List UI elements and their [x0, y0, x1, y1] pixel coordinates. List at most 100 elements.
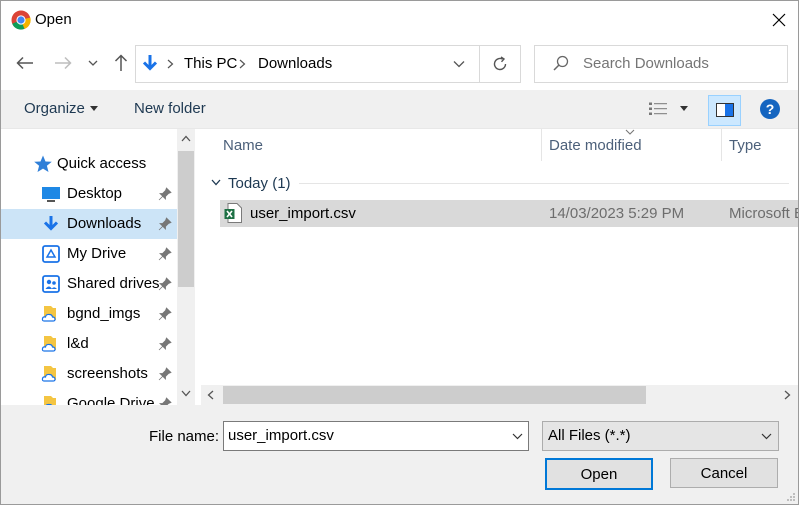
sidebar-item-screenshots[interactable]: screenshots [1, 359, 177, 389]
file-type-select[interactable]: All Files (*.*) [542, 421, 779, 451]
recent-locations-button[interactable] [81, 49, 105, 77]
sidebar-item-label: My Drive [67, 245, 127, 262]
excel-csv-icon [224, 203, 242, 223]
sidebar-item-label: bgnd_imgs [67, 305, 141, 322]
column-header-date-modified[interactable]: Date modified [549, 137, 642, 154]
chevron-right-icon [167, 59, 174, 69]
sort-chevron-icon [625, 129, 635, 135]
open-button[interactable]: Open [545, 458, 653, 490]
breadcrumb-downloads[interactable]: Downloads [258, 55, 332, 72]
desktop-icon [42, 187, 60, 202]
file-date-modified: 14/03/2023 5:29 PM [549, 205, 685, 222]
refresh-button[interactable] [479, 45, 521, 83]
chevron-down-icon[interactable] [453, 60, 465, 68]
drive-icon [42, 245, 60, 263]
file-name-label: File name: [149, 428, 220, 445]
pin-icon[interactable] [158, 217, 172, 231]
sidebar-item-shared-drives[interactable]: Shared drives [1, 269, 177, 299]
arrow-right-icon [55, 56, 72, 70]
close-button[interactable] [764, 5, 794, 35]
arrow-left-icon [16, 56, 33, 70]
close-icon [772, 13, 786, 27]
column-divider[interactable] [541, 129, 542, 161]
caret-down-icon[interactable] [680, 106, 688, 111]
pin-icon[interactable] [158, 187, 172, 201]
breadcrumb-this-pc[interactable]: This PC [184, 55, 237, 72]
chevron-down-icon [761, 433, 772, 440]
group-divider [299, 183, 789, 184]
pin-icon[interactable] [158, 337, 172, 351]
file-name-combobox[interactable] [223, 421, 529, 451]
caret-down-icon [90, 106, 98, 111]
pin-icon[interactable] [158, 367, 172, 381]
sidebar-item-downloads[interactable]: Downloads [1, 209, 177, 239]
file-list-scrollbar-thumb[interactable] [223, 386, 646, 404]
arrow-up-icon [114, 54, 128, 71]
chevron-down-icon[interactable] [512, 433, 523, 440]
group-header-today[interactable]: Today (1) [228, 175, 291, 192]
forward-button[interactable] [49, 49, 77, 77]
view-options-icon[interactable] [649, 102, 667, 116]
file-type: Microsoft Excel Comma Separated Values F… [729, 205, 798, 222]
pin-icon[interactable] [158, 397, 172, 405]
pin-icon[interactable] [158, 307, 172, 321]
sidebar-item-bgnd-imgs[interactable]: bgnd_imgs [1, 299, 177, 329]
pin-icon[interactable] [158, 277, 172, 291]
open-button-label: Open [580, 465, 618, 483]
sidebar-item-my-drive[interactable]: My Drive [1, 239, 177, 269]
chevron-down-icon[interactable] [211, 179, 221, 186]
file-name: user_import.csv [250, 205, 356, 222]
address-bar[interactable]: This PC Downloads [135, 45, 480, 83]
pin-icon[interactable] [158, 247, 172, 261]
cloud-folder-icon [44, 396, 56, 405]
chevron-down-icon[interactable] [181, 390, 191, 397]
sidebar-item-label: screenshots [67, 365, 148, 382]
file-row[interactable]: user_import.csv 14/03/2023 5:29 PM Micro… [220, 200, 798, 227]
preview-pane-icon [716, 103, 734, 117]
file-name-input[interactable] [228, 427, 498, 444]
sidebar-item-label: Quick access [57, 155, 147, 172]
star-icon [34, 155, 52, 172]
cancel-button[interactable]: Cancel [670, 458, 778, 488]
chevron-left-icon[interactable] [207, 390, 214, 400]
sidebar-item-desktop[interactable]: Desktop [1, 179, 177, 209]
search-input[interactable] [583, 55, 773, 72]
sidebar-scrollbar-thumb[interactable] [178, 151, 194, 287]
sidebar-item-quick-access[interactable]: Quick access [1, 149, 177, 179]
cloud-folder-icon [41, 306, 56, 322]
open-dialog: Open This PC Downloads Organize New fold… [0, 0, 799, 505]
column-header-name[interactable]: Name [223, 137, 263, 154]
resize-grip-icon[interactable] [785, 491, 796, 502]
back-button[interactable] [11, 49, 39, 77]
chevron-up-icon[interactable] [181, 135, 191, 142]
download-arrow-icon [142, 55, 158, 71]
navigation-pane: Quick access Desktop Downloads My Drive … [1, 129, 177, 405]
download-arrow-icon [43, 216, 59, 231]
chevron-right-icon [239, 59, 246, 69]
help-button[interactable]: ? [760, 99, 780, 119]
sidebar-item-label: Desktop [67, 185, 123, 202]
window-title: Open [35, 11, 72, 28]
title-bar: Open [1, 1, 798, 39]
up-button[interactable] [107, 49, 135, 77]
command-bar: Organize New folder ? [1, 90, 798, 129]
search-box[interactable] [534, 45, 788, 83]
sidebar-item-label: Downloads [67, 215, 142, 232]
sidebar-item-google-drive[interactable]: Google Drive [1, 389, 177, 405]
help-icon: ? [765, 101, 775, 117]
organize-button[interactable]: Organize [24, 100, 85, 117]
sidebar-item-label: Google Drive [67, 395, 155, 405]
sidebar-item-label: Shared drives [67, 275, 160, 292]
column-header-type[interactable]: Type [729, 137, 762, 154]
sidebar-item-label: l&d [67, 335, 89, 352]
file-type-value: All Files (*.*) [548, 427, 631, 444]
chevron-right-icon[interactable] [784, 390, 791, 400]
preview-pane-button[interactable] [708, 95, 741, 126]
new-folder-button[interactable]: New folder [134, 100, 206, 117]
cloud-folder-icon [41, 366, 56, 382]
sidebar-item-l-and-d[interactable]: l&d [1, 329, 177, 359]
column-divider[interactable] [721, 129, 722, 161]
chevron-down-icon [88, 60, 98, 66]
dialog-footer: File name: [1, 405, 798, 504]
chrome-icon [11, 10, 31, 30]
